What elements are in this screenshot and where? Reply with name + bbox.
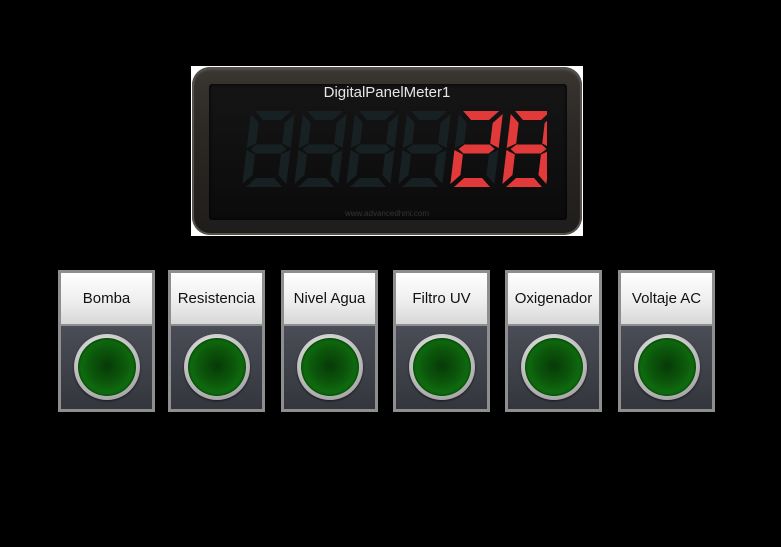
pilot-lamp-ring bbox=[520, 333, 587, 400]
display-segment bbox=[542, 120, 547, 147]
pilot-light-well bbox=[621, 326, 712, 409]
pilot-lamp-ring bbox=[73, 333, 140, 400]
pilot-light-well bbox=[396, 326, 487, 409]
display-segment bbox=[402, 114, 415, 148]
display-segment bbox=[307, 111, 344, 120]
display-segment bbox=[382, 150, 395, 184]
seven-segment-digit bbox=[502, 111, 547, 187]
display-segment bbox=[438, 114, 451, 148]
pilot-light-well bbox=[171, 326, 262, 409]
display-segment bbox=[434, 150, 447, 184]
display-segment bbox=[402, 178, 438, 187]
pilot-light-label: Voltaje AC bbox=[621, 273, 712, 324]
display-segment bbox=[398, 150, 411, 184]
display-segment bbox=[298, 178, 334, 187]
display-segment bbox=[406, 144, 443, 154]
meter-title: DigitalPanelMeter1 bbox=[323, 84, 451, 101]
display-segment bbox=[246, 178, 282, 187]
pilot-light-label: Bomba bbox=[61, 273, 152, 324]
pilot-lamp-ring bbox=[183, 333, 250, 400]
pilot-lamp-ring bbox=[633, 333, 700, 400]
display-segment bbox=[538, 151, 547, 184]
pilot-light-bomba[interactable]: Bomba bbox=[58, 270, 155, 412]
pilot-light-resistencia[interactable]: Resistencia bbox=[168, 270, 265, 412]
display-segment bbox=[354, 144, 391, 154]
pilot-lamp-ring bbox=[408, 333, 475, 400]
seven-segment-digit bbox=[294, 111, 347, 187]
display-segment bbox=[298, 114, 311, 148]
display-segment bbox=[350, 114, 363, 148]
display-segment bbox=[294, 150, 307, 184]
display-segment bbox=[242, 150, 255, 184]
display-segment bbox=[486, 150, 499, 184]
display-segment bbox=[450, 150, 463, 184]
green-lamp-icon bbox=[187, 337, 246, 396]
green-lamp-icon bbox=[637, 337, 696, 396]
seven-segment-digit bbox=[242, 111, 295, 187]
seven-segment-digit bbox=[450, 111, 503, 187]
seven-segment-display bbox=[242, 111, 547, 187]
display-segment bbox=[458, 144, 495, 154]
display-segment bbox=[250, 144, 287, 154]
pilot-light-well bbox=[508, 326, 599, 409]
pilot-light-oxigenador[interactable]: Oxigenador bbox=[505, 270, 602, 412]
display-segment bbox=[346, 150, 359, 184]
pilot-light-voltaje-ac[interactable]: Voltaje AC bbox=[618, 270, 715, 412]
seven-segment-digit bbox=[346, 111, 399, 187]
pilot-light-well bbox=[61, 326, 152, 409]
display-segment bbox=[411, 111, 448, 120]
display-segment bbox=[246, 114, 259, 148]
pilot-light-label: Nivel Agua bbox=[284, 273, 375, 324]
display-segment bbox=[506, 114, 519, 148]
pilot-light-label: Filtro UV bbox=[396, 273, 487, 324]
green-lamp-icon bbox=[412, 337, 471, 396]
digital-panel-meter: DigitalPanelMeter1 www.advancedhmi.com bbox=[191, 66, 583, 236]
display-segment bbox=[463, 111, 500, 120]
pilot-light-well bbox=[284, 326, 375, 409]
display-segment bbox=[454, 114, 467, 148]
display-segment bbox=[334, 114, 347, 148]
display-segment bbox=[454, 178, 490, 187]
display-segment bbox=[506, 178, 542, 187]
display-segment bbox=[490, 114, 503, 148]
pilot-light-filtro-uv[interactable]: Filtro UV bbox=[393, 270, 490, 412]
green-lamp-icon bbox=[300, 337, 359, 396]
pilot-light-label: Oxigenador bbox=[508, 273, 599, 324]
green-lamp-icon bbox=[77, 337, 136, 396]
display-segment bbox=[350, 178, 386, 187]
display-segment bbox=[515, 111, 547, 120]
seven-segment-digit bbox=[398, 111, 451, 187]
display-segment bbox=[359, 111, 396, 120]
pilot-light-label: Resistencia bbox=[171, 273, 262, 324]
green-lamp-icon bbox=[524, 337, 583, 396]
display-segment bbox=[278, 150, 291, 184]
display-segment bbox=[302, 144, 339, 154]
display-segment bbox=[330, 150, 343, 184]
display-segment bbox=[386, 114, 399, 148]
pilot-lamp-ring bbox=[296, 333, 363, 400]
display-segment bbox=[282, 114, 295, 148]
display-segment bbox=[510, 144, 547, 154]
pilot-light-nivel-agua[interactable]: Nivel Agua bbox=[281, 270, 378, 412]
meter-brand-text: www.advancedhmi.com bbox=[344, 209, 430, 218]
display-segment bbox=[255, 111, 292, 120]
display-segment bbox=[502, 150, 515, 184]
